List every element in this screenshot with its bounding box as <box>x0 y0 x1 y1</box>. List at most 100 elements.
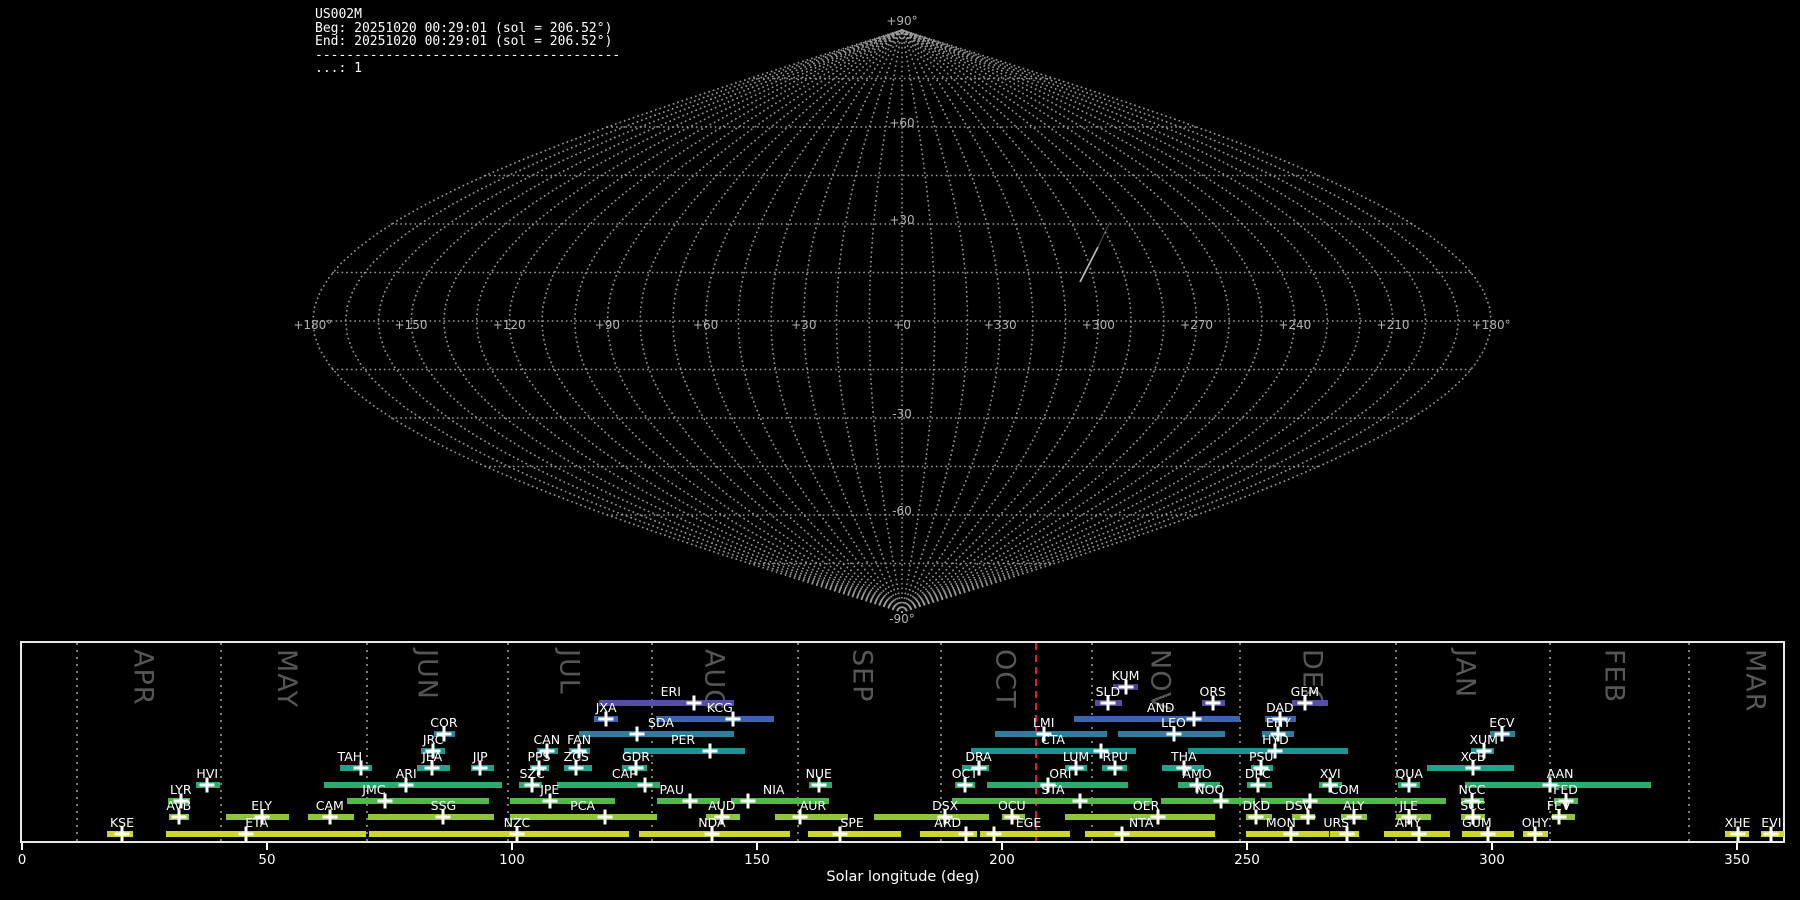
shower-label-ARD: ARD <box>934 815 962 830</box>
shower-label-PCA: PCA <box>570 798 596 813</box>
x-axis-tick <box>1001 843 1003 850</box>
shower-label-AVB: AVB <box>166 798 192 813</box>
shower-label-PAU: PAU <box>659 782 684 797</box>
shower-label-NOO: NOO <box>1195 782 1225 797</box>
shower-label-EGE: EGE <box>1015 815 1042 830</box>
shower-bar-SSG <box>368 814 494 820</box>
shower-label-THA: THA <box>1171 749 1197 764</box>
x-axis-tick-label: 200 <box>989 852 1015 868</box>
shower-bar-SPE <box>808 831 902 837</box>
shower-label-DAD: DAD <box>1266 700 1294 715</box>
x-axis-tick <box>1736 843 1738 850</box>
map-latitude-label: -30 <box>892 407 912 421</box>
x-axis-tick <box>756 843 758 850</box>
shower-peak-marker-NIA <box>740 793 756 809</box>
shower-label-NUE: NUE <box>805 766 832 781</box>
shower-label-GUM: GUM <box>1462 815 1492 830</box>
shower-bar-DSX <box>873 814 989 820</box>
x-axis-tick <box>1491 843 1493 850</box>
shower-label-JRC: JRC <box>422 732 444 747</box>
shower-label-LMI: LMI <box>1032 715 1055 730</box>
shower-bar-PCA <box>509 814 658 820</box>
shower-bar-JPE <box>509 798 616 804</box>
shower-label-AND: AND <box>1147 700 1175 715</box>
shower-peak-marker-STA <box>1072 793 1088 809</box>
shower-bar-AND <box>1073 716 1241 722</box>
map-longitude-label: +330 <box>984 318 1017 332</box>
map-longitude-label: +150 <box>395 318 428 332</box>
shower-label-PER: PER <box>670 732 696 747</box>
shower-label-DPC: DPC <box>1244 766 1271 781</box>
map-longitude-label: +0 <box>893 318 911 332</box>
shower-label-ETA: ETA <box>245 815 269 830</box>
map-longitude-label: +60 <box>693 318 718 332</box>
map-longitude-label: +30 <box>791 318 816 332</box>
shower-label-ECV: ECV <box>1489 715 1515 730</box>
map-latitude-label: -60 <box>892 504 912 518</box>
month-boundary-line <box>651 643 654 841</box>
shower-label-AUD: AUD <box>708 798 736 813</box>
app-window: US002M Beg: 20251020 00:29:01 (sol = 206.… <box>0 0 1800 900</box>
meteor-trail <box>1079 246 1099 283</box>
shower-label-PPS: PPS <box>527 749 551 764</box>
shower-label-FEV: FEV <box>1546 798 1571 813</box>
shower-label-KCG: KCG <box>706 700 733 715</box>
shower-label-HVI: HVI <box>196 766 219 781</box>
shower-label-DRA: DRA <box>965 749 992 764</box>
shower-label-OCU: OCU <box>997 798 1026 813</box>
shower-label-QUA: QUA <box>1395 766 1423 781</box>
map-latitude-label: +30 <box>889 213 914 227</box>
month-boundary-line <box>1091 643 1094 841</box>
shower-peak-marker-CAP <box>637 777 653 793</box>
shower-label-JEA: JEA <box>422 749 443 764</box>
shower-label-JIP: JIP <box>472 749 488 764</box>
shower-label-CTA: CTA <box>1041 732 1065 747</box>
shower-label-KSE: KSE <box>109 815 135 830</box>
shower-label-KUM: KUM <box>1111 668 1140 683</box>
shower-label-JLE: JLE <box>1399 798 1419 813</box>
shower-label-ALY: ALY <box>1343 798 1365 813</box>
x-axis-tick <box>511 843 513 850</box>
map-longitude-label: +210 <box>1377 318 1410 332</box>
shower-label-DSX: DSX <box>932 798 959 813</box>
shower-label-CAM: CAM <box>315 798 344 813</box>
month-boundary-line <box>1239 643 1242 841</box>
shower-label-JXA: JXA <box>595 700 617 715</box>
x-axis-tick <box>1246 843 1248 850</box>
shower-label-TAH: TAH <box>337 749 363 764</box>
shower-peak-marker-PER <box>702 743 717 759</box>
shower-label-CAN: CAN <box>533 732 561 747</box>
shower-peak-marker-EGE <box>986 826 1002 842</box>
shower-label-NDA: NDA <box>698 815 726 830</box>
shower-bar-NZC <box>368 831 630 837</box>
shower-label-DKD: DKD <box>1242 798 1271 813</box>
shower-peak-marker-ERI <box>686 695 702 711</box>
month-label: MAR <box>1739 649 1771 713</box>
x-axis-tick <box>266 843 268 850</box>
x-axis-tick-label: 0 <box>17 852 27 868</box>
shower-label-FAN: FAN <box>567 732 592 747</box>
shower-label-SDA: SDA <box>648 715 674 730</box>
shower-label-NIA: NIA <box>762 782 785 797</box>
shower-peak-marker-PCA <box>597 809 613 825</box>
x-axis-tick-label: 300 <box>1479 852 1505 868</box>
shower-label-URS: URS <box>1323 815 1350 830</box>
shower-bar-SDA <box>578 731 735 737</box>
month-boundary-line <box>219 643 222 841</box>
shower-label-GDR: GDR <box>622 749 650 764</box>
month-boundary-line <box>366 643 368 841</box>
x-axis-tick <box>21 843 23 850</box>
shower-label-LUM: LUM <box>1062 749 1090 764</box>
month-label: FEB <box>1598 649 1630 704</box>
shower-label-MON: MON <box>1265 815 1296 830</box>
shower-label-AMO: AMO <box>1182 766 1212 781</box>
shower-label-CAP: CAP <box>611 766 637 781</box>
shower-label-AUR: AUR <box>799 798 827 813</box>
month-boundary-line <box>75 643 78 841</box>
month-label: APR <box>127 649 159 706</box>
x-axis-tick-label: 150 <box>744 852 770 868</box>
map-longitude-label: +300 <box>1082 318 1115 332</box>
shower-label-JPE: JPE <box>540 782 560 797</box>
x-axis-tick-label: 50 <box>258 852 276 868</box>
shower-label-AHY: AHY <box>1395 815 1422 830</box>
